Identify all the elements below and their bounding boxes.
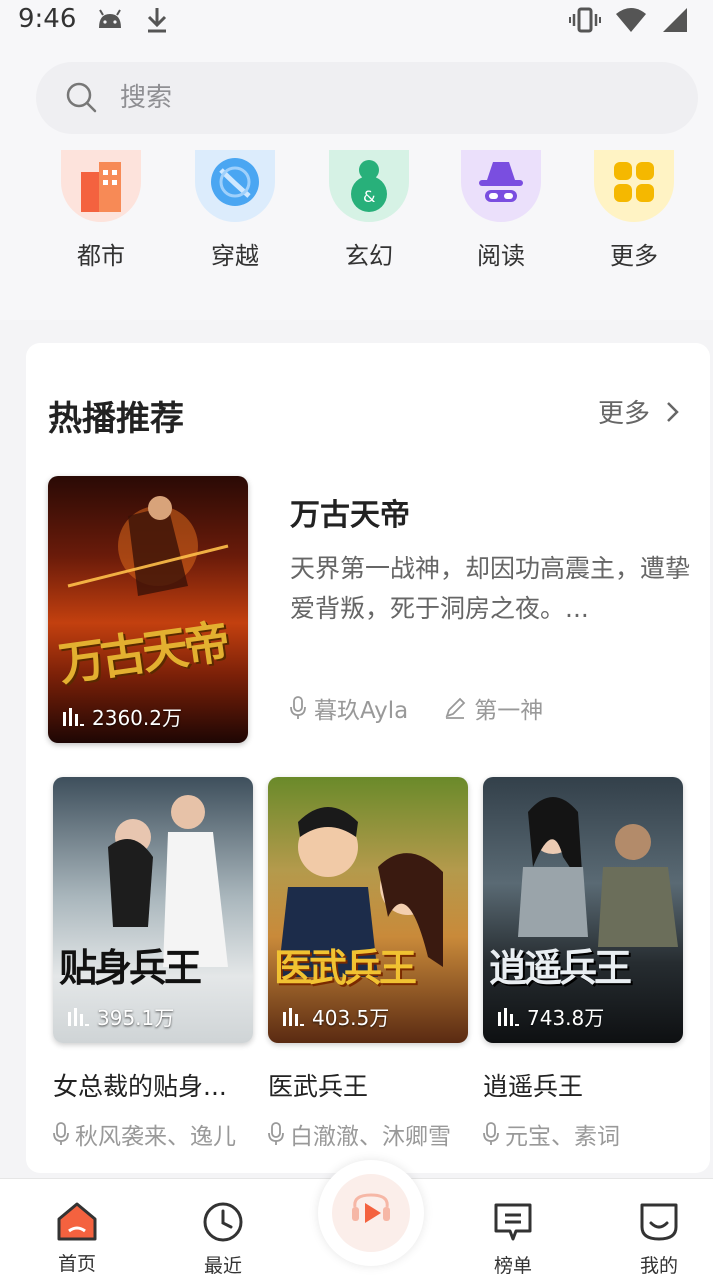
bar-chart-icon	[68, 1007, 89, 1026]
android-icon	[99, 9, 121, 28]
play-count-value: 743.8万	[527, 1006, 605, 1030]
book-title: 逍遥兵王	[483, 1072, 584, 1101]
play-count-value: 395.1万	[97, 1006, 175, 1030]
nav-recent[interactable]: 最近	[178, 1201, 268, 1278]
category-city[interactable]: 都市	[41, 150, 161, 280]
book-cover-title-art: 贴身兵王	[59, 945, 202, 990]
featured-meta: 暮玖Ayla 第一神	[290, 691, 543, 725]
status-time: 9:46	[18, 4, 77, 34]
narrator: 暮玖Ayla	[290, 691, 408, 725]
category-reading[interactable]: 阅读	[441, 150, 561, 280]
download-icon	[147, 8, 167, 33]
svg-text:&: &	[363, 187, 375, 206]
microphone-icon	[53, 1122, 69, 1145]
hot-recommend-card: 热播推荐 更多 万古天帝 2360.2万 万古天帝 天界第一战神，却因功高震主，…	[26, 343, 710, 1173]
book-authors: 秋风袭来、逸儿	[53, 1117, 253, 1151]
nav-label: 榜单	[493, 1255, 532, 1277]
vibrate-icon	[569, 7, 601, 33]
book-authors: 白澈澈、沐卿雪	[268, 1117, 468, 1151]
author: 第一神	[444, 691, 543, 725]
microphone-icon	[290, 696, 306, 719]
featured-description: 天界第一战神，却因功高震主，遭挚爱背叛，死于洞房之夜。...	[290, 554, 691, 623]
book-cover-title-art: 医武兵王	[274, 945, 417, 990]
spy-hat-icon	[461, 150, 541, 222]
book-cover: 逍遥兵王 743.8万	[483, 777, 683, 1043]
search-input[interactable]	[118, 82, 642, 114]
play-count: 2360.2万	[62, 702, 182, 731]
book-cover: 贴身兵王 395.1万	[53, 777, 253, 1043]
book-title: 女总裁的贴身...	[53, 1072, 227, 1101]
microphone-icon	[483, 1122, 499, 1145]
status-bar: 9:46	[0, 0, 713, 40]
author-name: 第一神	[474, 698, 544, 724]
category-label: 都市	[77, 242, 125, 270]
more-grid-icon	[594, 150, 674, 222]
category-more[interactable]: 更多	[574, 150, 694, 280]
bar-chart-icon	[498, 1007, 519, 1026]
section-title: 热播推荐	[48, 399, 184, 439]
nav-label: 我的	[639, 1255, 678, 1277]
wifi-icon	[616, 8, 646, 32]
bar-chart-icon	[63, 707, 84, 726]
featured-book-cover[interactable]: 万古天帝 2360.2万	[48, 476, 248, 743]
narrator-name: 暮玖Ayla	[314, 698, 409, 724]
search-area	[0, 40, 713, 151]
nav-label: 最近	[203, 1255, 242, 1277]
category-label: 阅读	[477, 242, 525, 270]
book-authors-text: 秋风袭来、逸儿	[75, 1124, 236, 1150]
featured-title[interactable]: 万古天帝	[290, 490, 410, 534]
category-time-travel[interactable]: 穿越	[175, 150, 295, 280]
gourd-icon: &	[329, 150, 409, 222]
play-count: 395.1万	[67, 1002, 174, 1031]
category-label: 穿越	[211, 242, 259, 270]
status-icons-right	[569, 6, 689, 34]
book-item[interactable]: 贴身兵王 395.1万 女总裁的贴身... 秋风袭来、逸儿	[53, 777, 253, 1151]
play-count: 743.8万	[497, 1002, 604, 1031]
book-item[interactable]: 医武兵王 403.5万 医武兵王 白澈澈、沐卿雪	[268, 777, 468, 1151]
clock-icon	[203, 1202, 243, 1242]
book-title: 医武兵王	[268, 1072, 369, 1101]
category-row: 都市 穿越 & 玄幻 阅读 更多	[0, 150, 713, 320]
nav-home[interactable]: 首页	[32, 1201, 122, 1276]
nav-mine[interactable]: 我的	[614, 1201, 704, 1278]
book-authors-text: 白澈澈、沐卿雪	[290, 1124, 451, 1150]
city-building-icon	[61, 150, 141, 222]
smiley-profile-icon	[640, 1203, 678, 1241]
pen-icon	[445, 697, 466, 719]
bar-chart-icon	[283, 1007, 304, 1026]
mini-player-button[interactable]	[318, 1160, 424, 1266]
player-inner	[332, 1174, 410, 1252]
book-cover-title-art: 逍遥兵王	[489, 945, 632, 990]
home-icon	[57, 1202, 97, 1241]
category-label: 玄幻	[345, 242, 393, 270]
time-travel-swirl-icon	[195, 150, 275, 222]
signal-icon	[663, 8, 687, 32]
play-count-value: 403.5万	[312, 1006, 390, 1030]
microphone-icon	[268, 1122, 284, 1145]
play-count-value: 2360.2万	[92, 706, 182, 730]
play-icon	[352, 1193, 390, 1223]
status-icons-left	[95, 6, 169, 34]
ranking-list-icon	[494, 1203, 532, 1241]
book-item[interactable]: 逍遥兵王 743.8万 逍遥兵王 元宝、素词	[483, 777, 683, 1151]
search-icon	[66, 82, 97, 113]
more-label: 更多	[597, 399, 650, 429]
book-authors: 元宝、素词	[483, 1117, 683, 1151]
category-fantasy[interactable]: & 玄幻	[309, 150, 429, 280]
nav-ranking[interactable]: 榜单	[468, 1201, 558, 1278]
search-box[interactable]	[36, 62, 698, 134]
category-label: 更多	[610, 242, 658, 270]
book-authors-text: 元宝、素词	[505, 1124, 620, 1150]
nav-label: 首页	[57, 1253, 96, 1275]
chevron-right-icon	[667, 401, 679, 422]
play-count: 403.5万	[282, 1002, 389, 1031]
more-link[interactable]: 更多	[598, 393, 680, 430]
book-cover: 医武兵王 403.5万	[268, 777, 468, 1043]
